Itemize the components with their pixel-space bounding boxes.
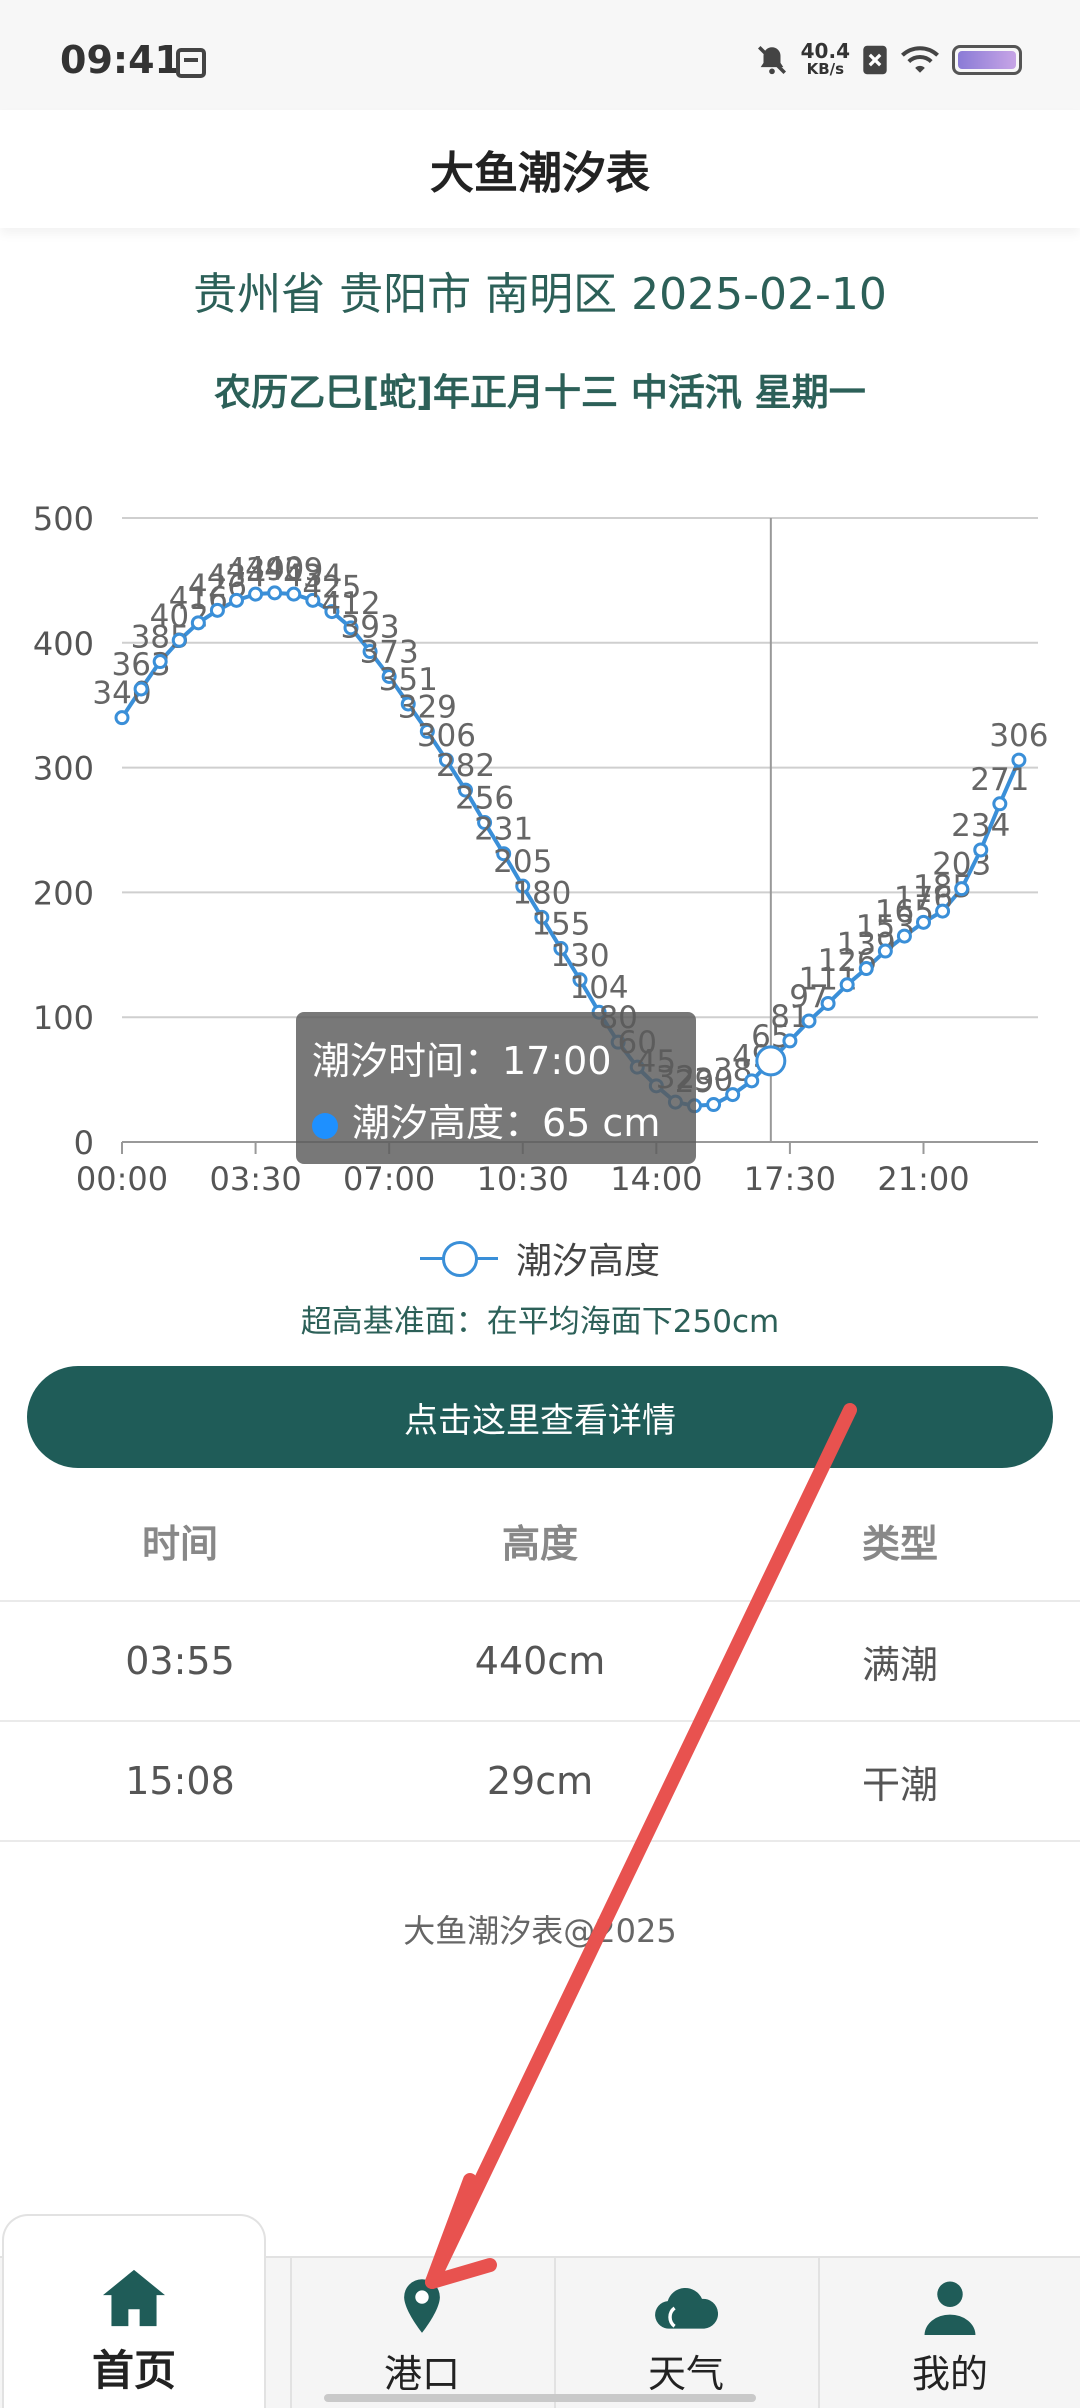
nav-item-home[interactable]: 首页 [2,2214,266,2408]
page-title: 大鱼潮汐表 [430,148,650,199]
data-label: 130 [550,938,609,974]
table-row: 03:55 440cm 满潮 [0,1602,1080,1722]
app-header: 大鱼潮汐表 [0,110,1080,228]
battery-icon [952,45,1022,75]
cell-time: 15:08 [125,1759,235,1803]
data-point [725,1087,741,1103]
data-point [782,1033,798,1049]
highlighted-point [755,1045,787,1077]
app-screen: 09:41 40.4 KB/s 大鱼潮汐表 贵州省 贵阳市 南明区 2025-0… [0,0,1080,2408]
tooltip-height-row: 潮汐高度：65 cm [312,1092,680,1154]
column-header-type: 类型 [861,1521,938,1566]
network-speed-value: 40.4 [800,39,850,63]
network-speed: 40.4 KB/s [800,39,850,78]
data-label: 306 [989,718,1048,754]
data-point [171,632,187,648]
home-icon [103,2269,165,2327]
tooltip-time: 潮汐时间：17:00 [312,1039,612,1083]
x-tick-label: 17:30 [744,1160,836,1198]
x-tick-label: 00:00 [76,1160,168,1198]
cell-type: 满潮 [861,1642,938,1687]
data-point [706,1097,722,1113]
y-tick-label: 500 [33,500,94,538]
data-point [229,592,244,608]
data-point [858,961,874,977]
cell-type: 干潮 [861,1762,938,1807]
data-point [190,615,206,631]
nav-label: 天气 [647,2352,724,2396]
lunar-date: 农历乙巳[蛇]年正月十三 中活汛 星期一 [214,371,866,414]
cell-time: 03:55 [125,1639,235,1683]
chart-tooltip: 潮汐时间：17:00 潮汐高度：65 cm [296,1012,696,1164]
data-point [133,681,149,697]
data-point [801,1013,817,1029]
nav-item-profile[interactable]: 我的 [818,2256,1080,2408]
data-point [935,903,951,919]
y-tick-label: 200 [33,874,94,912]
user-icon [924,2281,976,2335]
column-header-height: 高度 [501,1521,578,1566]
chart-legend[interactable]: 潮汐高度 [0,1232,1080,1284]
nav-label: 我的 [911,2352,988,2396]
cloud-icon [655,2287,718,2329]
nav-label: 港口 [383,2352,460,2396]
location-pin-icon [404,2279,440,2333]
cell-height: 440cm [474,1639,606,1683]
data-point [973,842,989,858]
series-dot-icon [312,1113,338,1139]
data-label: 234 [951,808,1010,844]
wifi-icon [901,46,939,73]
column-header-time: 时间 [141,1521,218,1566]
y-tick-label: 300 [33,750,94,788]
copyright-footer: 大鱼潮汐表@2025 [403,1912,677,1950]
data-point [744,1073,760,1089]
data-point [820,995,836,1011]
legend-label: 潮汐高度 [515,1241,660,1282]
data-point [248,586,264,602]
data-label: 231 [474,812,533,848]
nav-label: 首页 [91,2346,176,2395]
data-point [877,943,893,959]
tooltip-height: 潮汐高度：65 cm [352,1101,661,1145]
data-point [839,977,855,993]
datum-note: 超高基准面：在平均海面下250cm [300,1304,780,1340]
y-tick-label: 100 [33,999,94,1037]
data-point [954,881,970,897]
data-point [992,796,1008,812]
calendar-icon [176,48,206,78]
y-tick-label: 0 [74,1124,94,1162]
mute-bell-icon [757,45,786,75]
data-point [152,654,168,670]
data-point [114,710,130,726]
data-label: 282 [436,748,495,784]
data-point [267,585,283,601]
table-header: 时间 高度 类型 [0,1480,1080,1602]
status-bar: 09:41 40.4 KB/s [0,0,1080,110]
location-date: 贵州省 贵阳市 南明区 2025-02-10 [193,269,887,320]
data-point [1011,752,1027,768]
nav-item-weather[interactable]: 天气 [554,2256,818,2408]
data-point [916,914,931,930]
network-speed-unit: KB/s [806,60,845,78]
x-tick-label: 10:30 [477,1160,569,1198]
home-indicator[interactable] [324,2394,756,2402]
data-point [209,602,225,618]
nav-item-port[interactable]: 港口 [290,2256,554,2408]
sim-x-icon [863,45,887,75]
x-tick-label: 07:00 [343,1160,435,1198]
view-details-button[interactable]: 点击这里查看详情 [27,1366,1053,1468]
tide-table: 时间 高度 类型 03:55 440cm 满潮 15:08 29cm 干潮 [0,1480,1080,1842]
x-tick-label: 14:00 [610,1160,702,1198]
cell-height: 29cm [486,1759,594,1803]
x-tick-label: 03:30 [209,1160,301,1198]
data-point [896,928,912,944]
y-tick-label: 400 [33,625,94,663]
table-row: 15:08 29cm 干潮 [0,1722,1080,1842]
legend-line-marker-icon [419,1238,498,1278]
status-icons: 40.4 KB/s [755,40,1022,80]
x-tick-label: 21:00 [877,1160,969,1198]
status-time: 09:41 [60,38,181,82]
